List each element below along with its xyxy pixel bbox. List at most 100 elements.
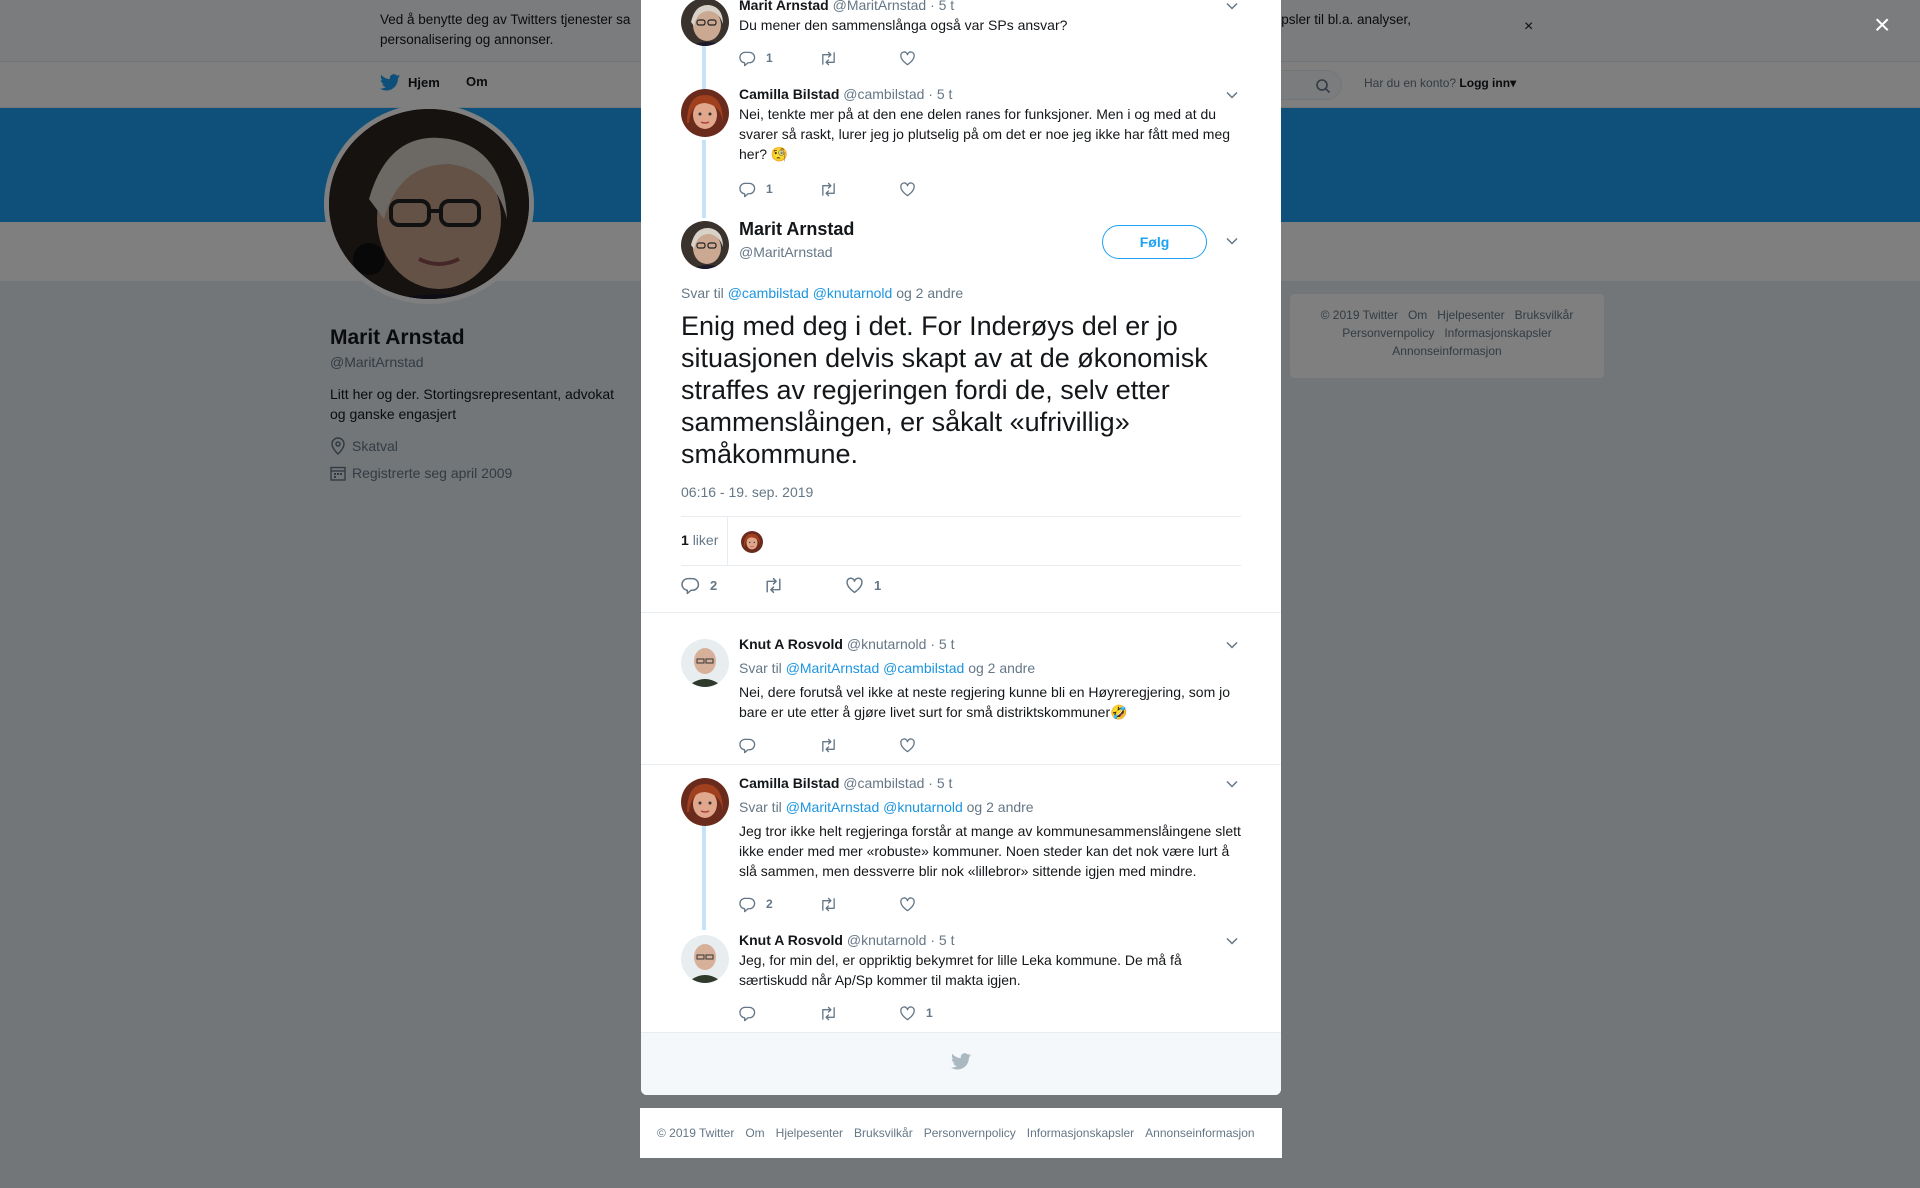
reply-button[interactable]: 1 xyxy=(739,50,819,67)
thread-line xyxy=(702,140,706,218)
reply-button[interactable]: 1 xyxy=(739,181,819,198)
chevron-down-icon[interactable] xyxy=(1226,2,1238,10)
like-button[interactable] xyxy=(899,50,979,67)
avatar[interactable] xyxy=(681,935,729,983)
reply-button[interactable] xyxy=(739,1005,819,1022)
reply-button[interactable]: 2 xyxy=(739,896,819,913)
author-name[interactable]: Knut A Rosvold xyxy=(739,636,843,652)
like-button[interactable] xyxy=(899,896,979,913)
modal-footer: © 2019 Twitter Om Hjelpesenter Bruksvilk… xyxy=(640,1108,1282,1158)
mention-link[interactable]: @cambilstad xyxy=(728,285,809,301)
footer-link-help[interactable]: Hjelpesenter xyxy=(776,1126,843,1140)
divider xyxy=(641,612,1281,613)
reply-icon xyxy=(739,1005,756,1022)
tweet-time[interactable]: · 5 t xyxy=(928,86,952,102)
tweet-time[interactable]: · 5 t xyxy=(928,775,952,791)
reply-icon xyxy=(739,181,756,198)
tweet-time[interactable]: · 5 t xyxy=(930,0,954,13)
like-button[interactable]: 1 xyxy=(899,1005,979,1022)
mention-link[interactable]: @cambilstad xyxy=(883,660,964,676)
avatar[interactable] xyxy=(681,0,729,46)
main-tweet-actions: 2 1 xyxy=(681,576,927,595)
tweet-header: Camilla Bilstad @cambilstad · 5 t xyxy=(739,86,952,102)
retweet-icon xyxy=(819,737,838,754)
reply-button[interactable]: 2 xyxy=(681,576,763,595)
author-handle[interactable]: @cambilstad xyxy=(843,775,924,791)
reply-icon xyxy=(739,737,756,754)
chevron-down-icon[interactable] xyxy=(1226,91,1238,99)
reply-button[interactable] xyxy=(739,737,819,754)
retweet-button[interactable] xyxy=(819,896,899,913)
mention-link[interactable]: @MaritArnstad xyxy=(786,660,880,676)
chevron-down-icon[interactable] xyxy=(1226,237,1238,245)
follow-button[interactable]: Følg xyxy=(1102,225,1207,259)
chevron-down-icon[interactable] xyxy=(1226,780,1238,788)
footer-link-cookies[interactable]: Informasjonskapsler xyxy=(1027,1126,1134,1140)
main-tweet-timestamp[interactable]: 06:16 - 19. sep. 2019 xyxy=(681,484,813,500)
like-button[interactable] xyxy=(899,737,979,754)
reply-to-line: Svar til @cambilstad @knutarnold og 2 an… xyxy=(681,285,964,301)
tweet-actions: 1 xyxy=(739,48,979,68)
avatar[interactable] xyxy=(681,221,729,269)
reply-others-link[interactable]: og 2 andre xyxy=(968,660,1035,676)
reply-others-link[interactable]: og 2 andre xyxy=(967,799,1034,815)
avatar[interactable] xyxy=(681,639,729,687)
divider xyxy=(641,764,1281,765)
like-button[interactable]: 1 xyxy=(845,576,927,595)
main-author-handle[interactable]: @MaritArnstad xyxy=(739,244,833,260)
reply-to-line: Svar til @MaritArnstad @cambilstad og 2 … xyxy=(739,660,1036,676)
retweet-icon xyxy=(819,896,838,913)
footer-link-terms[interactable]: Bruksvilkår xyxy=(854,1126,913,1140)
main-author-name[interactable]: Marit Arnstad xyxy=(739,219,854,240)
author-name[interactable]: Knut A Rosvold xyxy=(739,932,843,948)
avatar[interactable] xyxy=(681,89,729,137)
tweet-text: Jeg tror ikke helt regjeringa forstår at… xyxy=(739,823,1241,879)
tweet-header: Camilla Bilstad @cambilstad · 5 t xyxy=(739,775,952,791)
liker-avatar[interactable] xyxy=(741,531,763,553)
retweet-icon xyxy=(819,181,838,198)
tweet-text: Nei, tenkte mer på at den ene delen rane… xyxy=(739,106,1231,162)
reply-others-link[interactable]: og 2 andre xyxy=(896,285,963,301)
reply-icon xyxy=(681,576,700,595)
retweet-button[interactable] xyxy=(819,181,899,198)
retweet-button[interactable] xyxy=(763,576,845,595)
tweet-text: Du mener den sammenslånga også var SPs a… xyxy=(739,17,1068,33)
retweet-button[interactable] xyxy=(819,737,899,754)
tweet-stats: 1 liker xyxy=(681,516,1241,566)
author-handle[interactable]: @knutarnold xyxy=(847,932,927,948)
tweet-actions: 1 xyxy=(739,1003,979,1023)
stats-divider xyxy=(727,517,728,565)
mention-link[interactable]: @knutarnold xyxy=(813,285,893,301)
tweet-actions xyxy=(739,735,979,755)
author-name[interactable]: Camilla Bilstad xyxy=(739,775,839,791)
retweet-button[interactable] xyxy=(819,1005,899,1022)
heart-icon xyxy=(899,1005,916,1022)
footer-link-privacy[interactable]: Personvernpolicy xyxy=(924,1126,1016,1140)
avatar[interactable] xyxy=(681,778,729,826)
footer-link-about[interactable]: Om xyxy=(745,1126,764,1140)
mention-link[interactable]: @knutarnold xyxy=(883,799,963,815)
author-handle[interactable]: @knutarnold xyxy=(847,636,927,652)
main-tweet-text: Enig med deg i det. For Inderøys del er … xyxy=(681,311,1208,469)
tweet-header: Marit Arnstad @MaritArnstad · 5 t xyxy=(739,0,954,13)
likes-count[interactable]: 1 liker xyxy=(681,532,718,548)
author-name[interactable]: Marit Arnstad xyxy=(739,0,829,13)
retweet-button[interactable] xyxy=(819,50,899,67)
like-button[interactable] xyxy=(899,181,979,198)
tweet-time[interactable]: · 5 t xyxy=(930,932,954,948)
thread-line xyxy=(702,826,706,930)
author-handle[interactable]: @MaritArnstad xyxy=(833,0,927,13)
close-icon[interactable]: × xyxy=(1874,10,1890,40)
heart-icon xyxy=(845,576,864,595)
author-handle[interactable]: @cambilstad xyxy=(843,86,924,102)
tweet-time[interactable]: · 5 t xyxy=(930,636,954,652)
mention-link[interactable]: @MaritArnstad xyxy=(786,799,880,815)
chevron-down-icon[interactable] xyxy=(1226,937,1238,945)
footer-link-ads[interactable]: Annonseinformasjon xyxy=(1145,1126,1254,1140)
author-name[interactable]: Camilla Bilstad xyxy=(739,86,839,102)
chevron-down-icon[interactable] xyxy=(1226,641,1238,649)
tweet-actions: 2 xyxy=(739,894,979,914)
heart-icon xyxy=(899,737,916,754)
tweet-text: Nei, dere forutså vel ikke at neste regj… xyxy=(739,684,1231,720)
tweet-header: Knut A Rosvold @knutarnold · 5 t xyxy=(739,636,954,652)
